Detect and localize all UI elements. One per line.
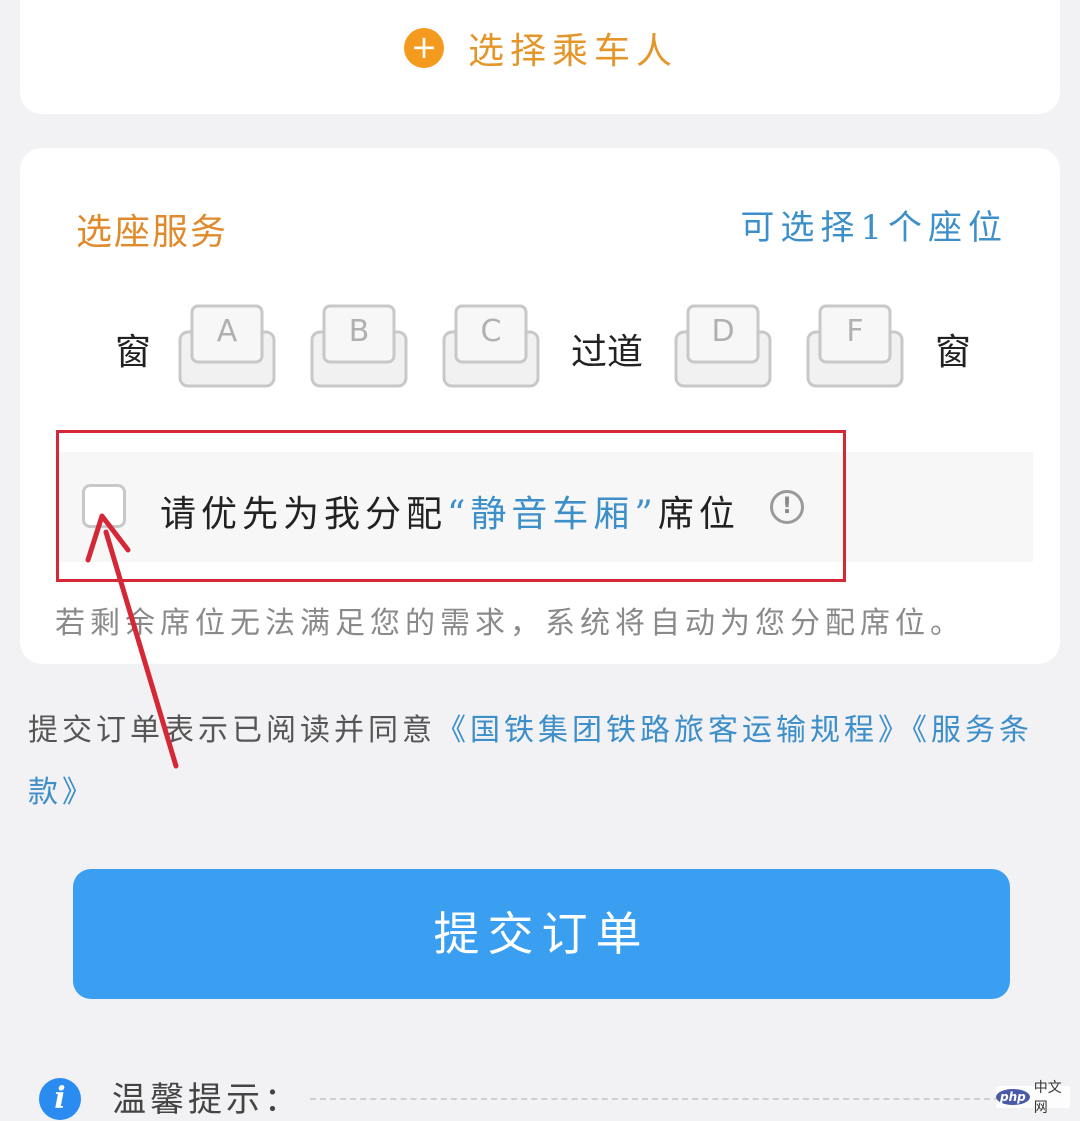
watermark-site: 中文网 <box>1033 1080 1062 1116</box>
submit-order-button[interactable]: 提交订单 <box>73 869 1010 999</box>
watermark-logo: php <box>996 1089 1030 1105</box>
add-passenger-button[interactable]: + 选择乘车人 <box>404 28 678 72</box>
aisle-label: 过道 <box>571 332 644 373</box>
info-icon: i <box>39 1078 81 1120</box>
seat-service-title: 选座服务 <box>76 212 229 253</box>
seat-letter: A <box>216 314 238 349</box>
agreement-text: 提交订单表示已阅读并同意《国铁集团铁路旅客运输规程》《服务条款》 <box>28 700 1053 824</box>
tips-label: 温馨提示： <box>112 1080 302 1120</box>
seat-c[interactable]: C <box>442 302 540 388</box>
window-right-label: 窗 <box>935 332 972 373</box>
window-left-label: 窗 <box>115 332 152 373</box>
agreement-prefix: 提交订单表示已阅读并同意 <box>28 713 436 748</box>
watermark: php 中文网 <box>996 1080 1070 1116</box>
seat-count-hint: 可选择1个座位 <box>740 208 1008 248</box>
seat-letter: D <box>711 314 735 349</box>
seat-letter: F <box>846 314 864 349</box>
divider <box>310 1098 1000 1100</box>
annotation-highlight-box <box>56 430 846 582</box>
rules-link[interactable]: 《国铁集团铁路旅客运输规程》 <box>436 713 912 748</box>
seat-d[interactable]: D <box>674 302 772 388</box>
plus-circle-icon: + <box>404 28 444 68</box>
seat-b[interactable]: B <box>310 302 408 388</box>
seat-letter: C <box>480 314 502 349</box>
seat-f[interactable]: F <box>806 302 904 388</box>
seat-a[interactable]: A <box>178 302 276 388</box>
add-passenger-label: 选择乘车人 <box>468 31 679 72</box>
seat-notice: 若剩余席位无法满足您的需求，系统将自动为您分配席位。 <box>55 606 965 641</box>
seat-letter: B <box>348 314 370 349</box>
